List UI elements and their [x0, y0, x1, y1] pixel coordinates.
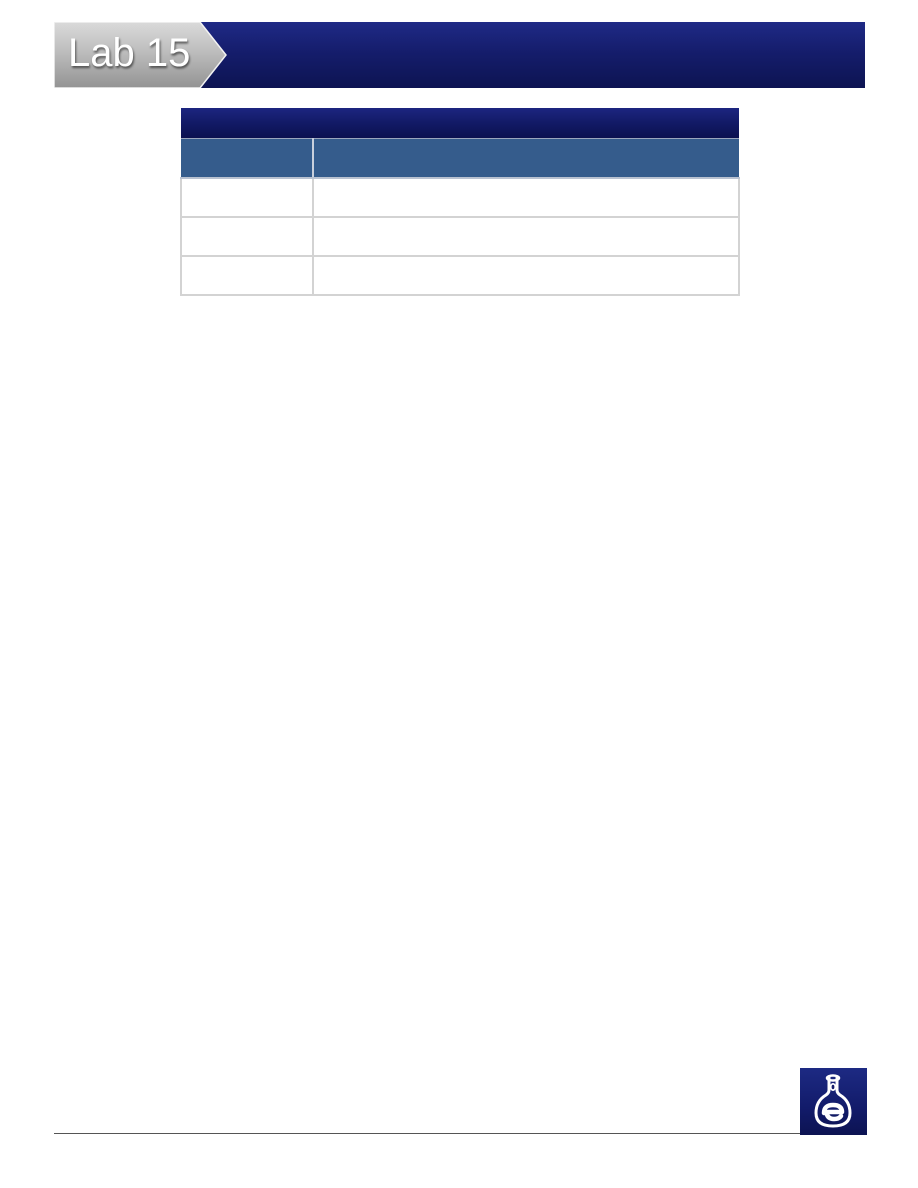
table-header-row	[181, 138, 739, 179]
table-row	[180, 217, 740, 257]
table-cell[interactable]	[180, 178, 314, 218]
table-header-cell	[181, 138, 314, 179]
table-title	[181, 108, 739, 139]
table-cell[interactable]	[313, 178, 740, 218]
table-cell[interactable]	[180, 217, 314, 257]
table-header-cell	[313, 138, 739, 179]
footer-divider	[54, 1133, 800, 1134]
flask-e-logo-icon	[800, 1068, 867, 1135]
lab-table	[180, 108, 740, 296]
lab-title: Lab 15	[68, 31, 191, 75]
table-cell[interactable]	[313, 217, 740, 257]
table-row	[180, 256, 740, 296]
table-row	[180, 178, 740, 218]
table-cell[interactable]	[313, 256, 740, 296]
table-title-row	[181, 108, 739, 139]
page-header: Lab 15	[54, 22, 865, 88]
table-cell[interactable]	[180, 256, 314, 296]
